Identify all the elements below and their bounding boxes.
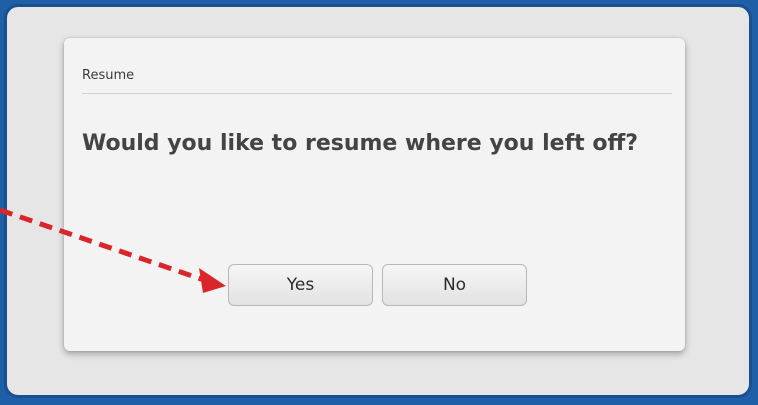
app-frame: Resume Would you like to resume where yo… xyxy=(4,4,752,398)
yes-button[interactable]: Yes xyxy=(228,264,373,306)
dialog-title: Resume xyxy=(82,68,135,83)
no-button[interactable]: No xyxy=(382,264,527,306)
resume-dialog: Resume Would you like to resume where yo… xyxy=(64,38,685,351)
dialog-message: Would you like to resume where you left … xyxy=(82,131,639,156)
dialog-divider xyxy=(82,93,672,94)
